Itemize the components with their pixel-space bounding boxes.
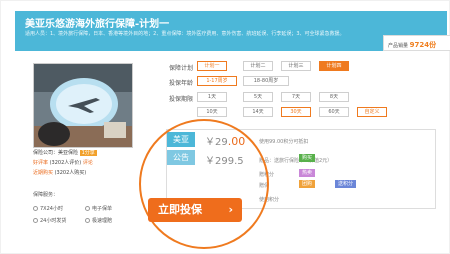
product-info: 保险公司：美亚保险 1分享 好评率 (3202人评价) 评论 近期购买 (320…: [33, 148, 133, 178]
highlight-circle: [139, 119, 269, 249]
period-option-7[interactable]: 7天: [281, 92, 311, 102]
tag-hot: 热卖: [299, 169, 316, 177]
guarantee-item: 24小时发货: [33, 217, 66, 224]
review-link[interactable]: 评论: [83, 160, 93, 166]
plan-option-4[interactable]: 计划四: [319, 61, 349, 71]
airplane-window-icon: [34, 64, 132, 147]
sales-badge: 产品销量 9724份: [383, 35, 450, 51]
age-option-2[interactable]: 18-80周岁: [243, 76, 289, 86]
guarantee-item: 电子保单: [85, 205, 112, 212]
plan-option-1[interactable]: 计划一: [197, 61, 227, 71]
period-option-14[interactable]: 14天: [243, 107, 273, 117]
period-row-2: 10天 14天 30天 60天 自定义: [153, 107, 387, 119]
period-option-1[interactable]: 1天: [197, 92, 227, 102]
share-badge[interactable]: 1分享: [79, 150, 97, 156]
delivery-icon: [33, 218, 38, 223]
buy-now-button[interactable]: 立即投保 ›: [148, 198, 242, 222]
recent-purchase-count: (3202人购买): [54, 170, 87, 176]
service-guarantee: 保障服务： 7X24小时 电子保单 24小时发货 极速理赔: [33, 191, 133, 224]
gift-note: 赠品：送旅行保险卡（价值2元）: [259, 158, 333, 164]
product-banner: 美亚乐悠游海外旅行保障-计划一 适用人员：1、境外旅行保障，日本、香港等境外目的…: [15, 11, 450, 51]
guarantee-title: 保障服务：: [33, 192, 59, 198]
period-row: 投保期限 1天 5天 7天 8天: [153, 92, 383, 104]
buy-now-label: 立即投保: [158, 203, 202, 216]
period-option-custom[interactable]: 自定义: [357, 107, 387, 117]
document-icon: [85, 206, 90, 211]
age-label: 投保年龄: [168, 80, 193, 87]
period-option-30[interactable]: 30天: [281, 107, 311, 117]
tag-group: 团购: [299, 180, 316, 188]
plan-option-3[interactable]: 计划三: [281, 61, 311, 71]
rating-count: (3202人评价): [49, 160, 82, 166]
airplane-photo: [33, 63, 133, 148]
period-label: 投保期限: [168, 96, 193, 103]
page-frame: 美亚乐悠游海外旅行保障-计划一 适用人员：1、境外旅行保障，日本、香港等境外目的…: [0, 0, 450, 254]
product-description: 适用人员：1、境外旅行保障，日本、香港等境外目的地；2、重点保障：境外医疗费用、…: [25, 31, 345, 37]
guarantee-item: 7X24小时: [33, 205, 63, 212]
plan-option-2[interactable]: 计划二: [243, 61, 273, 71]
chevron-right-icon: ›: [228, 203, 233, 216]
clock-icon: [33, 206, 38, 211]
tag-buy: 购买: [299, 154, 316, 162]
age-option-1[interactable]: 1-17周岁: [197, 76, 237, 86]
claim-icon: [85, 218, 90, 223]
age-row: 投保年龄 1-17周岁 18-80周岁: [153, 76, 383, 88]
period-option-10[interactable]: 10天: [197, 107, 227, 117]
sales-value: 9724份: [409, 41, 437, 49]
period-option-8[interactable]: 8天: [319, 92, 349, 102]
tag-points: 送积分: [335, 180, 357, 188]
sales-label: 产品销量: [388, 43, 409, 49]
plan-label: 保障计划: [168, 65, 193, 72]
period-option-5[interactable]: 5天: [243, 92, 273, 102]
product-title: 美亚乐悠游海外旅行保障-计划一: [25, 19, 170, 30]
period-option-60[interactable]: 60天: [319, 107, 349, 117]
insurer-name: 保险公司：美亚保险: [33, 150, 79, 156]
recent-purchase-label: 近期购买: [33, 170, 54, 176]
guarantee-item: 极速理赔: [85, 217, 112, 224]
plan-row: 保障计划 计划一 计划二 计划三 计划四: [153, 61, 383, 73]
rating-label: 好评率: [33, 160, 49, 166]
points-note: 使用99.00积分可抵扣: [259, 139, 309, 145]
